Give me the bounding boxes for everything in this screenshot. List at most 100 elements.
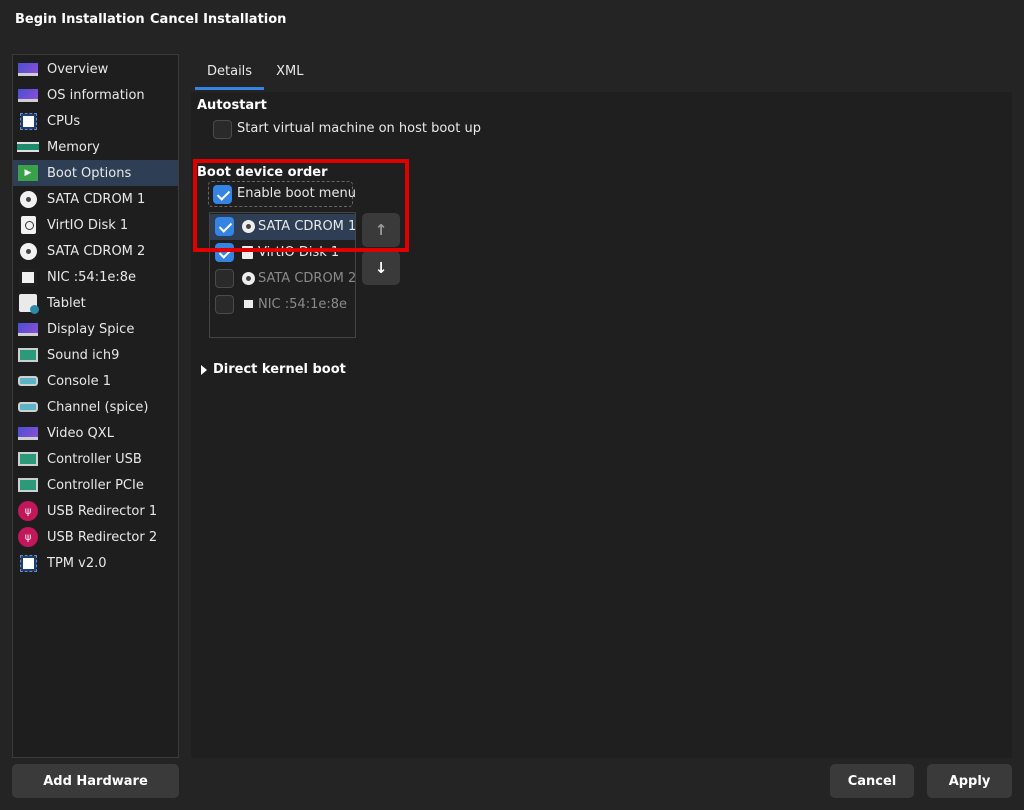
apply-button[interactable]: Apply: [927, 764, 1012, 798]
tab-bar: Details XML: [195, 54, 315, 90]
sidebar-item-label: USB Redirector 2: [47, 529, 158, 545]
sidebar-item-label: USB Redirector 1: [47, 503, 158, 519]
sidebar-item-label: Sound ich9: [47, 347, 120, 363]
boot-icon: ▶: [17, 164, 39, 182]
sidebar-item-label: Controller USB: [47, 451, 142, 467]
top-toolbar: Begin Installation Cancel Installation: [0, 0, 1024, 44]
tablet-icon: [17, 294, 39, 314]
cancel-installation-button[interactable]: Cancel Installation: [150, 12, 286, 27]
boot-device-checkbox[interactable]: [215, 295, 234, 314]
display-icon: [17, 424, 39, 442]
begin-installation-button[interactable]: Begin Installation: [15, 12, 145, 27]
cancel-button[interactable]: Cancel: [830, 764, 914, 798]
sidebar-item-label: Display Spice: [47, 321, 135, 337]
sidebar-item-sata-cdrom-1[interactable]: SATA CDROM 1: [13, 186, 178, 212]
sidebar-item-overview[interactable]: Overview: [13, 56, 178, 82]
sidebar-item-label: Controller PCIe: [47, 477, 144, 493]
enable-boot-menu-checkbox[interactable]: [213, 185, 232, 204]
sidebar-item-tpm[interactable]: TPM v2.0: [13, 550, 178, 576]
cdrom-icon: [17, 190, 39, 208]
sidebar-item-sata-cdrom-2[interactable]: SATA CDROM 2: [13, 238, 178, 264]
boot-device-list: SATA CDROM 1 VirtIO Disk 1 SATA CDROM 2 …: [209, 212, 356, 338]
controller-icon: [17, 450, 39, 468]
sidebar-item-label: Overview: [47, 61, 109, 77]
boot-device-checkbox[interactable]: [215, 243, 234, 262]
direct-kernel-boot-label: Direct kernel boot: [213, 362, 346, 377]
sound-card-icon: [17, 346, 39, 364]
boot-device-label: SATA CDROM 1: [258, 219, 357, 234]
sidebar-item-virtio-disk-1[interactable]: VirtIO Disk 1: [13, 212, 178, 238]
cdrom-icon: [242, 272, 255, 285]
serial-icon: [17, 398, 39, 416]
sidebar-item-cpus[interactable]: CPUs: [13, 108, 178, 134]
move-down-button[interactable]: ↓: [362, 251, 400, 285]
sidebar-item-boot-options[interactable]: ▶ Boot Options: [13, 160, 178, 186]
sidebar-item-video-qxl[interactable]: Video QXL: [13, 420, 178, 446]
sidebar-item-label: Channel (spice): [47, 399, 149, 415]
tab-xml[interactable]: XML: [264, 54, 315, 90]
sidebar-item-label: VirtIO Disk 1: [47, 217, 129, 233]
network-icon: [17, 268, 39, 286]
boot-device-label: VirtIO Disk 1: [258, 245, 340, 260]
sidebar-item-nic[interactable]: NIC :54:1e:8e: [13, 264, 178, 290]
monitor-icon: [17, 86, 39, 104]
sidebar-item-label: TPM v2.0: [47, 555, 107, 571]
display-icon: [17, 320, 39, 338]
arrow-down-icon: ↓: [374, 259, 388, 277]
details-pane: Details XML Autostart Start virtual mach…: [191, 54, 1012, 758]
serial-icon: [17, 372, 39, 390]
sidebar-item-label: Boot Options: [47, 165, 132, 181]
sidebar-item-label: CPUs: [47, 113, 81, 129]
sidebar-item-label: SATA CDROM 2: [47, 243, 146, 259]
boot-device-row-sata-cdrom-2[interactable]: SATA CDROM 2: [210, 266, 357, 292]
boot-device-label: NIC :54:1e:8e: [258, 297, 347, 312]
sidebar-item-label: Tablet: [47, 295, 86, 311]
controller-icon: [17, 476, 39, 494]
boot-options-panel: Autostart Start virtual machine on host …: [191, 92, 1012, 758]
boot-device-checkbox[interactable]: [215, 269, 234, 288]
expander-triangle-icon: [201, 364, 207, 375]
autostart-heading: Autostart: [197, 98, 267, 113]
boot-device-row-virtio-disk-1[interactable]: VirtIO Disk 1: [210, 240, 355, 266]
boot-device-checkbox[interactable]: [215, 217, 234, 236]
sidebar-item-console[interactable]: Console 1: [13, 368, 178, 394]
sidebar-item-label: Video QXL: [47, 425, 114, 441]
autostart-checkbox[interactable]: [213, 120, 232, 139]
sidebar-item-label: SATA CDROM 1: [47, 191, 146, 207]
sidebar-item-os-information[interactable]: OS information: [13, 82, 178, 108]
tpm-icon: [17, 554, 39, 572]
hardware-sidebar: Overview OS information CPUs Memory ▶ Bo…: [12, 54, 179, 758]
sidebar-item-label: Console 1: [47, 373, 112, 389]
disk-icon: [242, 246, 253, 259]
boot-device-label: SATA CDROM 2: [258, 271, 357, 286]
arrow-up-icon: ↑: [374, 221, 388, 239]
network-icon: [242, 298, 255, 310]
sidebar-item-controller-pcie[interactable]: Controller PCIe: [13, 472, 178, 498]
sidebar-item-usb-redirector-2[interactable]: ψ USB Redirector 2: [13, 524, 178, 550]
sidebar-item-display-spice[interactable]: Display Spice: [13, 316, 178, 342]
enable-boot-menu-label: Enable boot menu: [237, 186, 356, 201]
boot-device-row-sata-cdrom-1[interactable]: SATA CDROM 1: [210, 214, 357, 240]
autostart-checkbox-label: Start virtual machine on host boot up: [237, 121, 481, 136]
cdrom-icon: [17, 242, 39, 260]
usb-icon: ψ: [17, 527, 39, 547]
sidebar-item-label: NIC :54:1e:8e: [47, 269, 136, 285]
sidebar-item-usb-redirector-1[interactable]: ψ USB Redirector 1: [13, 498, 178, 524]
boot-device-row-nic[interactable]: NIC :54:1e:8e: [210, 292, 355, 318]
sidebar-item-label: Memory: [47, 139, 100, 155]
add-hardware-button[interactable]: Add Hardware: [12, 764, 179, 798]
sidebar-item-memory[interactable]: Memory: [13, 134, 178, 160]
sidebar-item-label: OS information: [47, 87, 145, 103]
monitor-icon: [17, 60, 39, 78]
move-up-button[interactable]: ↑: [362, 213, 400, 247]
direct-kernel-boot-expander[interactable]: Direct kernel boot: [201, 362, 346, 377]
sidebar-item-tablet[interactable]: Tablet: [13, 290, 178, 316]
cpu-icon: [17, 112, 39, 130]
sidebar-item-controller-usb[interactable]: Controller USB: [13, 446, 178, 472]
sidebar-item-sound[interactable]: Sound ich9: [13, 342, 178, 368]
tab-details[interactable]: Details: [195, 54, 265, 90]
disk-icon: [17, 216, 39, 234]
memory-icon: [17, 138, 39, 156]
boot-device-order-heading: Boot device order: [197, 165, 328, 180]
sidebar-item-channel-spice[interactable]: Channel (spice): [13, 394, 178, 420]
